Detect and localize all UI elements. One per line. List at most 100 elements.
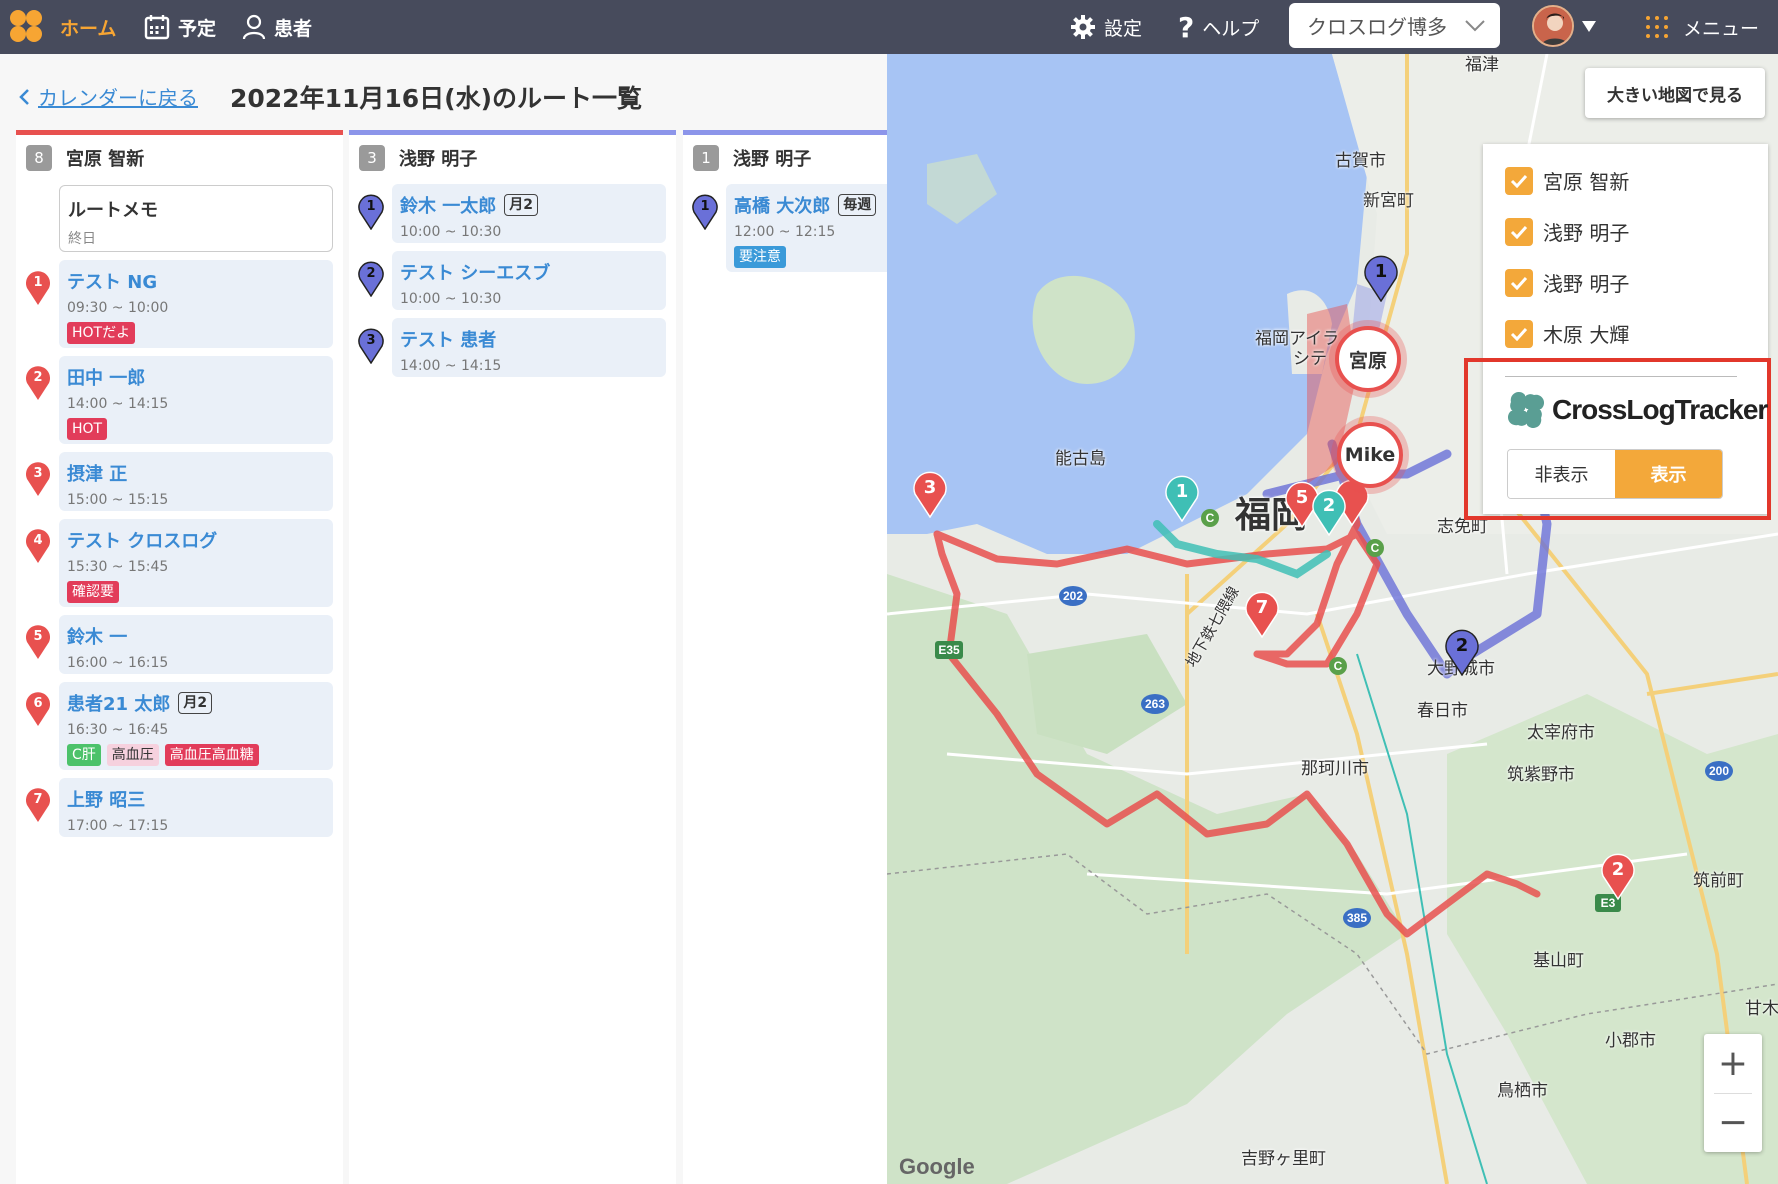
visit-card[interactable]: 患者21 太郎 月2 16:30 ~ 16:45 C肝 高血圧 高血圧高血糖: [59, 682, 333, 770]
frequency-badge: 月2: [504, 194, 539, 216]
map-pin-red-3-icon[interactable]: 3: [911, 468, 949, 518]
patient-name[interactable]: テスト 患者: [400, 326, 496, 352]
svg-text:200: 200: [1709, 764, 1729, 778]
visit-card[interactable]: 田中 一郎 14:00 ~ 14:15 HOT: [59, 356, 333, 444]
patient-name[interactable]: 上野 昭三: [67, 786, 145, 812]
patient-name[interactable]: テスト シーエスブ: [400, 259, 550, 285]
tag-badge: C肝: [67, 744, 101, 766]
view-large-map-button[interactable]: 大きい地図で見る: [1585, 68, 1765, 118]
visit-card[interactable]: テスト 患者 14:00 ~ 14:15: [392, 318, 666, 377]
patient-name[interactable]: 田中 一郎: [67, 364, 145, 390]
staff-filter-checkbox[interactable]: 木原 大輝: [1505, 319, 1629, 348]
map-pin-blue-2-icon[interactable]: 2: [1443, 626, 1481, 676]
visit-card[interactable]: テスト NG 09:30 ~ 10:00 HOTだよ: [59, 260, 333, 348]
visit-card[interactable]: 摂津 正 15:00 ~ 15:15: [59, 452, 333, 511]
patient-name[interactable]: 高橋 大次郎: [734, 192, 830, 218]
svg-text:1: 1: [1375, 261, 1388, 282]
zoom-in-button[interactable]: +: [1704, 1034, 1762, 1093]
map-label: シテ: [1293, 349, 1327, 369]
patient-name[interactable]: テスト クロスログ: [67, 527, 217, 553]
map-label: 筑紫野市: [1507, 765, 1575, 785]
checkmark-icon[interactable]: [1505, 268, 1533, 297]
route-list-panel: カレンダーに戻る 2022年11月16日(水)のルート一覧 8 宮原 智新 ルー…: [0, 54, 887, 1184]
user-location-bubble[interactable]: 宮原: [1335, 326, 1401, 392]
google-logo[interactable]: Google: [899, 1154, 975, 1180]
pin-red-2-icon: 2: [26, 366, 50, 400]
staff-filter-label: 宮原 智新: [1543, 170, 1630, 194]
organization-select[interactable]: クロスログ博多: [1289, 3, 1500, 48]
map-label: 新宮町: [1363, 191, 1414, 211]
staff-name: 宮原 智新: [66, 149, 145, 170]
hide-tracker-button[interactable]: 非表示: [1508, 450, 1615, 498]
staff-filter-checkbox[interactable]: 浅野 明子: [1505, 268, 1629, 297]
pin-red-5-icon: 5: [26, 625, 50, 659]
visit-time: 16:00 ~ 16:15: [67, 655, 169, 671]
checkmark-icon[interactable]: [1505, 217, 1533, 246]
pin-blue-1-icon: 1: [358, 194, 384, 230]
svg-text:E35: E35: [938, 643, 960, 657]
zoom-out-button[interactable]: −: [1704, 1093, 1762, 1152]
zoom-controls: + −: [1704, 1034, 1762, 1152]
back-to-calendar-link[interactable]: カレンダーに戻る: [18, 82, 198, 111]
user-avatar[interactable]: [1532, 5, 1574, 47]
patient-name[interactable]: 鈴木 一太郎: [400, 192, 496, 218]
svg-text:2: 2: [1456, 635, 1469, 656]
pin-red-4-icon: 4: [26, 529, 50, 563]
svg-text:7: 7: [33, 792, 42, 807]
nav-menu[interactable]: メニュー: [1645, 0, 1759, 54]
patient-name[interactable]: テスト NG: [67, 268, 157, 294]
route-memo-title: ルートメモ: [68, 200, 158, 221]
staff-filter-checkbox[interactable]: 宮原 智新: [1505, 166, 1629, 195]
visit-card[interactable]: 上野 昭三 17:00 ~ 17:15: [59, 778, 333, 837]
visit-time: 10:00 ~ 10:30: [400, 224, 502, 240]
nav-settings[interactable]: 設定: [1070, 0, 1142, 54]
visit-time: 14:00 ~ 14:15: [67, 396, 169, 412]
visit-card[interactable]: 鈴木 一 16:00 ~ 16:15: [59, 615, 333, 674]
svg-text:4: 4: [33, 533, 42, 548]
visit-time: 10:00 ~ 10:30: [400, 291, 502, 307]
route-memo-card[interactable]: ルートメモ 終日: [59, 185, 333, 252]
tracker-visibility-toggle[interactable]: 非表示 表示: [1508, 450, 1722, 498]
staff-name: 浅野 明子: [399, 149, 478, 170]
map-pin-blue-1-icon[interactable]: 1: [1362, 252, 1400, 302]
frequency-badge: 毎週: [838, 194, 877, 216]
map-pin-teal-1-icon[interactable]: 1: [1163, 472, 1201, 522]
top-nav: ホーム 予定 患者 設定 ? ヘルプ クロスログ博多 メニュー: [0, 0, 1778, 54]
checkmark-icon[interactable]: [1505, 319, 1533, 348]
visit-card[interactable]: 高橋 大次郎 毎週 12:00 ~ 12:15 要注意: [726, 184, 887, 272]
app-logo-icon[interactable]: [8, 8, 44, 44]
patient-name[interactable]: 患者21 太郎: [67, 690, 170, 716]
avatar-caret-icon[interactable]: [1582, 18, 1596, 37]
column-header: 3 浅野 明子: [349, 135, 676, 179]
nav-help[interactable]: ? ヘルプ: [1178, 0, 1259, 54]
column-header: 1 浅野 明子: [683, 135, 887, 179]
map-pin-red-2-icon[interactable]: 2: [1599, 850, 1637, 900]
tag-badge: HOTだよ: [67, 322, 136, 344]
chevron-down-icon: [1464, 15, 1486, 39]
visit-count-badge: 1: [693, 145, 719, 171]
show-tracker-button[interactable]: 表示: [1615, 450, 1722, 498]
visit-card[interactable]: 鈴木 一太郎 月2 10:00 ~ 10:30: [392, 184, 666, 243]
map-label: 筑前町: [1693, 871, 1744, 891]
visit-card[interactable]: テスト シーエスブ 10:00 ~ 10:30: [392, 251, 666, 310]
svg-text:5: 5: [1296, 487, 1309, 508]
map-label: 太宰府市: [1527, 723, 1595, 743]
nav-home[interactable]: ホーム: [60, 0, 116, 54]
tag-badge: 確認要: [67, 581, 119, 603]
checkmark-icon[interactable]: [1505, 166, 1533, 195]
visit-time: 09:30 ~ 10:00: [67, 300, 169, 316]
patient-name[interactable]: 摂津 正: [67, 460, 127, 486]
nav-schedule[interactable]: 予定: [144, 0, 216, 54]
staff-filter-checkbox[interactable]: 浅野 明子: [1505, 217, 1629, 246]
map-pin-red-7-icon[interactable]: 7: [1243, 588, 1281, 638]
visit-time: 16:30 ~ 16:45: [67, 722, 169, 738]
nav-schedule-label: 予定: [178, 17, 217, 40]
visit-card[interactable]: テスト クロスログ 15:30 ~ 15:45 確認要: [59, 519, 333, 607]
svg-text:3: 3: [366, 333, 375, 348]
map-pin-teal-2-icon[interactable]: 2: [1310, 486, 1348, 536]
route-map[interactable]: E35 202 263 385 E3 200 C C C 古賀市 新宮町 福岡ア…: [887, 54, 1778, 1184]
nav-patients[interactable]: 患者: [242, 0, 312, 54]
svg-text:202: 202: [1063, 589, 1083, 603]
user-location-bubble[interactable]: Mike: [1337, 422, 1403, 488]
patient-name[interactable]: 鈴木 一: [67, 623, 127, 649]
